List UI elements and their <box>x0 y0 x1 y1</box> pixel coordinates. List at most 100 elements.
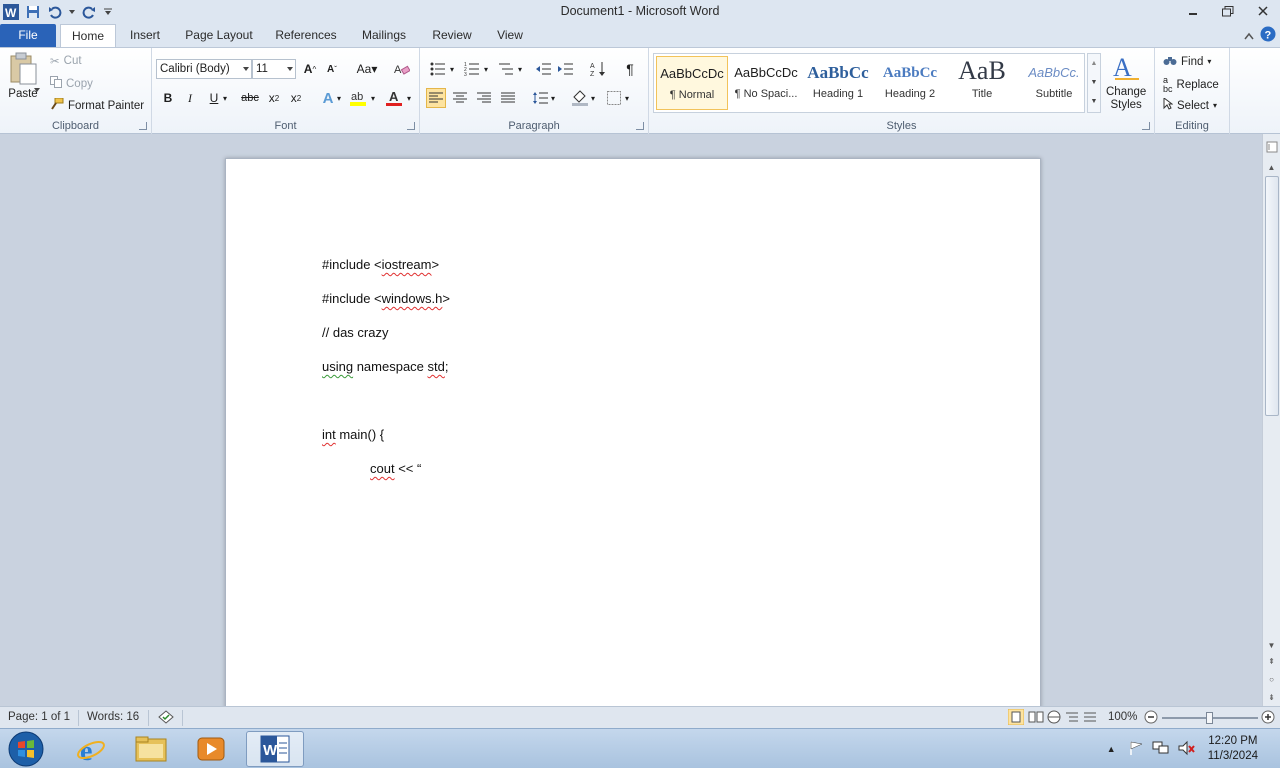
font-size-combo[interactable]: 11 <box>252 59 296 79</box>
numbering-icon[interactable]: 123 <box>462 59 482 79</box>
strikethrough-icon[interactable]: abc <box>238 88 262 108</box>
zoom-slider-thumb[interactable] <box>1206 712 1213 724</box>
style-title[interactable]: AaB Title <box>946 56 1018 110</box>
network-icon[interactable] <box>1152 740 1170 759</box>
shrink-font-icon[interactable]: Aˇ <box>322 59 342 79</box>
minimize-button[interactable] <box>1175 0 1210 22</box>
style-heading-1[interactable]: AaBbCc Heading 1 <box>802 56 874 110</box>
subscript-icon[interactable]: x2 <box>264 88 284 108</box>
select-dropdown-icon[interactable]: ▾ <box>1213 101 1217 110</box>
start-button[interactable] <box>0 731 52 767</box>
doc-line-2[interactable]: #include <windows.h> <box>322 291 450 306</box>
action-center-flag-icon[interactable] <box>1128 740 1144 759</box>
cut-button[interactable]: ✂ Cut <box>50 54 82 68</box>
zoom-level[interactable]: 100% <box>1108 711 1137 723</box>
proofing-icon[interactable] <box>157 709 175 728</box>
paste-dropdown-icon[interactable] <box>34 88 42 92</box>
tab-home[interactable]: Home <box>60 24 116 48</box>
clipboard-launcher-icon[interactable] <box>139 122 147 130</box>
line-spacing-icon[interactable] <box>530 88 550 108</box>
restore-button[interactable] <box>1210 0 1245 22</box>
decrease-indent-icon[interactable] <box>534 59 554 79</box>
find-button[interactable]: Find ▾ <box>1163 54 1211 69</box>
align-center-icon[interactable] <box>450 88 470 108</box>
style-heading-2[interactable]: AaBbCc Heading 2 <box>874 56 946 110</box>
tab-insert[interactable]: Insert <box>122 24 168 47</box>
next-page-icon[interactable]: ⇟ <box>1263 690 1280 704</box>
view-ruler-icon[interactable] <box>1263 140 1280 154</box>
select-browse-object-icon[interactable]: ○ <box>1263 672 1280 686</box>
increase-indent-icon[interactable] <box>556 59 576 79</box>
minimize-ribbon-icon[interactable] <box>1244 29 1254 43</box>
multilevel-dropdown-icon[interactable]: ▾ <box>515 59 525 79</box>
tab-view[interactable]: View <box>490 24 530 47</box>
scroll-down-icon[interactable]: ▼ <box>1263 638 1280 652</box>
font-color-dropdown-icon[interactable]: ▾ <box>404 88 414 108</box>
full-screen-reading-icon[interactable] <box>1028 709 1044 728</box>
internet-explorer-icon[interactable]: e <box>62 731 120 767</box>
document-page[interactable]: #include <iostream> #include <windows.h>… <box>225 158 1041 706</box>
scroll-up-icon[interactable]: ▲ <box>1263 160 1280 174</box>
italic-icon[interactable]: I <box>180 88 200 108</box>
sort-icon[interactable]: AZ <box>588 59 608 79</box>
grow-font-icon[interactable]: A ^ <box>300 59 320 79</box>
gallery-down-icon[interactable]: ▼ <box>1088 73 1100 92</box>
doc-line-4[interactable]: using namespace std; <box>322 359 448 374</box>
tab-references[interactable]: References <box>270 24 342 47</box>
vertical-scrollbar[interactable]: ▲ ▼ ⇞ ○ ⇟ <box>1262 134 1280 706</box>
paragraph-launcher-icon[interactable] <box>636 122 644 130</box>
style-normal[interactable]: AaBbCcDc ¶ Normal <box>656 56 728 110</box>
close-button[interactable] <box>1245 0 1280 22</box>
align-left-icon[interactable] <box>426 88 446 108</box>
font-size-dropdown-icon[interactable] <box>287 67 293 71</box>
superscript-icon[interactable]: x2 <box>286 88 306 108</box>
multilevel-list-icon[interactable] <box>496 59 516 79</box>
paste-button[interactable]: Paste <box>8 52 38 100</box>
text-effects-dropdown-icon[interactable]: ▾ <box>334 88 344 108</box>
tab-mailings[interactable]: Mailings <box>354 24 414 47</box>
doc-line-7[interactable]: cout << “ <box>370 461 421 476</box>
print-layout-icon[interactable] <box>1007 708 1025 728</box>
underline-dropdown-icon[interactable]: ▾ <box>220 88 230 108</box>
outline-view-icon[interactable] <box>1064 709 1080 728</box>
gallery-more-icon[interactable]: ▼ <box>1088 92 1100 111</box>
help-icon[interactable]: ? <box>1260 26 1276 45</box>
change-case-icon[interactable]: Aa▾ <box>354 59 380 79</box>
doc-line-1[interactable]: #include <iostream> <box>322 257 439 272</box>
align-right-icon[interactable] <box>474 88 494 108</box>
shading-dropdown-icon[interactable]: ▾ <box>588 88 598 108</box>
word-count[interactable]: Words: 16 <box>87 711 139 723</box>
zoom-in-icon[interactable] <box>1261 710 1275 727</box>
change-styles-button[interactable]: A Change Styles <box>1106 52 1146 112</box>
justify-icon[interactable] <box>498 88 518 108</box>
replace-button[interactable]: a bc Replace <box>1163 76 1219 94</box>
shading-icon[interactable] <box>570 88 590 108</box>
borders-icon[interactable] <box>604 88 624 108</box>
previous-page-icon[interactable]: ⇞ <box>1263 654 1280 668</box>
format-painter-button[interactable]: Format Painter <box>50 97 144 113</box>
doc-line-6[interactable]: int main() { <box>322 427 384 442</box>
word-taskbar-button[interactable]: W <box>246 731 304 767</box>
file-explorer-icon[interactable] <box>122 731 180 767</box>
style-no-spacing[interactable]: AaBbCcDc ¶ No Spaci... <box>730 56 802 110</box>
tab-file[interactable]: File <box>0 24 56 47</box>
bullets-icon[interactable] <box>428 59 448 79</box>
tab-page-layout[interactable]: Page Layout <box>180 24 258 47</box>
volume-muted-icon[interactable] <box>1178 740 1196 759</box>
font-name-dropdown-icon[interactable] <box>243 67 249 71</box>
highlight-icon[interactable]: ab <box>348 88 368 108</box>
font-name-combo[interactable]: Calibri (Body) <box>156 59 252 79</box>
bold-icon[interactable]: B <box>158 88 178 108</box>
find-dropdown-icon[interactable]: ▾ <box>1207 57 1211 66</box>
doc-line-3[interactable]: // das crazy <box>322 325 388 340</box>
clear-formatting-icon[interactable]: A <box>392 59 412 79</box>
numbering-dropdown-icon[interactable]: ▾ <box>481 59 491 79</box>
media-player-icon[interactable] <box>182 731 240 767</box>
tab-review[interactable]: Review <box>426 24 478 47</box>
styles-launcher-icon[interactable] <box>1142 122 1150 130</box>
borders-dropdown-icon[interactable]: ▾ <box>622 88 632 108</box>
highlight-dropdown-icon[interactable]: ▾ <box>368 88 378 108</box>
gallery-up-icon[interactable]: ▲ <box>1088 54 1100 73</box>
copy-button[interactable]: Copy <box>50 76 93 91</box>
line-spacing-dropdown-icon[interactable]: ▾ <box>548 88 558 108</box>
